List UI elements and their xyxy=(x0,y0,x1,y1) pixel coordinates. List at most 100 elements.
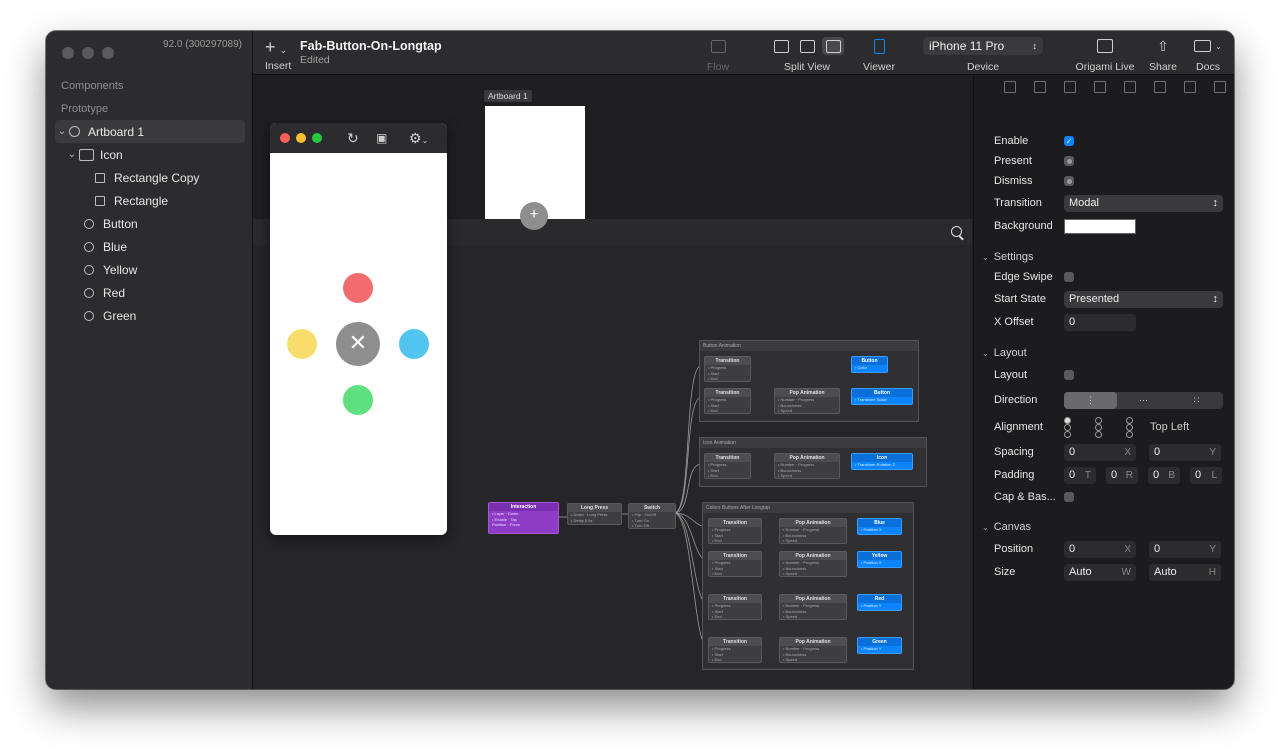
start-state-select[interactable]: Presented ↕ xyxy=(1064,290,1223,308)
gear-icon[interactable]: ⚙⌄ xyxy=(409,130,428,147)
patch-canvas[interactable]: Artboard 1 + Button Animation Icon Anima… xyxy=(253,75,972,689)
share-button[interactable]: ⇧ Share xyxy=(1143,35,1183,74)
transition-select[interactable]: Modal ↕ xyxy=(1064,194,1223,212)
align-dot-bottom-left[interactable] xyxy=(1064,431,1071,438)
yellow-position-patch[interactable]: Yellow • Position X xyxy=(857,551,902,568)
align-dot-middle-right[interactable] xyxy=(1126,424,1133,431)
green-position-patch[interactable]: Green • Position Y xyxy=(857,637,902,654)
align-right-icon[interactable] xyxy=(1064,81,1076,93)
patch-editor-button[interactable] xyxy=(822,37,844,55)
padding-bottom-input[interactable]: 0 B xyxy=(1148,466,1180,484)
layout-checkbox[interactable] xyxy=(1064,370,1074,380)
insert-plus-icon[interactable]: + ⌄ xyxy=(265,37,287,58)
distribute-horizontal-icon[interactable] xyxy=(1184,81,1196,93)
pop-animation-patch[interactable]: Pop Animation • Number · Progress • Bounc… xyxy=(774,453,840,479)
flow-button[interactable]: Flow xyxy=(698,35,738,73)
minimize-window-button[interactable] xyxy=(82,47,94,59)
size-height-input[interactable]: Auto H xyxy=(1149,563,1221,581)
pop-animation-patch[interactable]: Pop Animation • Number · Progress • Bounc… xyxy=(774,388,840,414)
red-position-patch[interactable]: Red • Position Y xyxy=(857,594,902,611)
docs-button[interactable]: ⌄ Docs xyxy=(1188,35,1228,73)
chevron-down-icon[interactable]: ⌄ xyxy=(55,126,69,137)
split-view-control[interactable]: Split View xyxy=(758,35,856,73)
components-section-label[interactable]: Components xyxy=(61,80,123,92)
close-window-button[interactable] xyxy=(62,47,74,59)
transition-patch[interactable]: Transition • Progress • Start • End xyxy=(708,637,762,663)
viewer-minimize-button[interactable] xyxy=(296,133,306,143)
pop-animation-patch[interactable]: Pop Animation • Number · Progress • Bounc… xyxy=(779,637,847,663)
direction-horizontal-icon[interactable]: ⋯ xyxy=(1117,392,1170,409)
pop-animation-patch[interactable]: Pop Animation • Number · Progress • Bounc… xyxy=(779,594,847,620)
prototype-section-label[interactable]: Prototype xyxy=(61,103,108,115)
padding-right-input[interactable]: 0 R xyxy=(1106,466,1138,484)
blue-position-patch[interactable]: Blue • Position X xyxy=(857,518,902,535)
align-center-icon[interactable] xyxy=(1034,81,1046,93)
align-dot-bottom-center[interactable] xyxy=(1095,431,1102,438)
canvas-only-button[interactable] xyxy=(770,37,792,55)
align-dot-top-left[interactable] xyxy=(1064,417,1071,424)
switch-patch[interactable]: Switch • Flip · On/Off • Turn On • Turn Of… xyxy=(628,503,676,529)
origami-live-button[interactable]: Origami Live xyxy=(1075,35,1135,73)
layer-yellow[interactable]: Yellow xyxy=(55,258,245,281)
canvas-section-header[interactable]: ⌄ Canvas xyxy=(982,521,1031,533)
transition-patch[interactable]: Transition • Progress • Start • End xyxy=(708,551,762,577)
split-view-button[interactable] xyxy=(796,37,818,55)
layer-rectangle-copy[interactable]: Rectangle Copy xyxy=(55,166,245,189)
layer-artboard-1[interactable]: ⌄ Artboard 1 xyxy=(55,120,245,143)
red-circle[interactable] xyxy=(343,273,373,303)
green-circle[interactable] xyxy=(343,385,373,415)
transition-patch[interactable]: Transition • Progress • Start • End xyxy=(708,594,762,620)
position-x-input[interactable]: 0 X xyxy=(1064,540,1136,558)
viewer-zoom-button[interactable] xyxy=(312,133,322,143)
pop-animation-patch[interactable]: Pop Animation • Number · Progress • Bounc… xyxy=(779,518,847,544)
transition-patch[interactable]: Transition • Progress • Start • End xyxy=(708,518,762,544)
icon-rotation-patch[interactable]: Icon • Transform Rotation Z xyxy=(851,453,913,470)
viewer-close-button[interactable] xyxy=(280,133,290,143)
align-middle-icon[interactable] xyxy=(1124,81,1136,93)
direction-grid-icon[interactable]: ∷ xyxy=(1170,392,1223,409)
align-dot-bottom-right[interactable] xyxy=(1126,431,1133,438)
blue-circle[interactable] xyxy=(399,329,429,359)
edge-swipe-checkbox[interactable] xyxy=(1064,272,1074,282)
align-dot-top-center[interactable] xyxy=(1095,417,1102,424)
distribute-vertical-icon[interactable] xyxy=(1214,81,1226,93)
align-dot-top-right[interactable] xyxy=(1126,417,1133,424)
record-icon[interactable]: ▣ xyxy=(376,131,387,145)
enable-checkbox[interactable]: ✓ xyxy=(1064,136,1074,146)
layer-button[interactable]: Button xyxy=(55,212,245,235)
button-color-patch[interactable]: Button • Color xyxy=(851,356,888,373)
zoom-window-button[interactable] xyxy=(102,47,114,59)
spacing-y-input[interactable]: 0 Y xyxy=(1149,443,1221,461)
align-dot-middle-left[interactable] xyxy=(1064,424,1071,431)
button-scale-patch[interactable]: Button • Transform Scale xyxy=(851,388,913,405)
align-dot-center[interactable] xyxy=(1095,424,1102,431)
layer-blue[interactable]: Blue xyxy=(55,235,245,258)
cap-baseline-checkbox[interactable] xyxy=(1064,492,1074,502)
spacing-x-input[interactable]: 0 X xyxy=(1064,443,1136,461)
padding-left-input[interactable]: 0 L xyxy=(1190,466,1222,484)
padding-top-input[interactable]: 0 T xyxy=(1064,466,1096,484)
prototype-viewer[interactable]: ↻ ▣ ⚙⌄ ✕ xyxy=(270,123,447,535)
device-select[interactable]: iPhone 11 Pro ↕ xyxy=(923,37,1043,55)
yellow-circle[interactable] xyxy=(287,329,317,359)
device-control[interactable]: iPhone 11 Pro ↕ Device xyxy=(918,35,1048,73)
alignment-grid[interactable] xyxy=(1064,417,1133,438)
align-top-icon[interactable] xyxy=(1094,81,1106,93)
long-press-patch[interactable]: Long Press • Down · Long Press • Delay 0.… xyxy=(567,503,622,525)
layer-icon-group[interactable]: ⌄ Icon xyxy=(55,143,245,166)
insert-label[interactable]: Insert xyxy=(265,60,291,72)
direction-vertical-icon[interactable]: ⋮ xyxy=(1064,391,1117,409)
align-bottom-icon[interactable] xyxy=(1154,81,1166,93)
transition-patch[interactable]: Transition • Progress • Start • End xyxy=(704,453,751,479)
chevron-down-icon[interactable]: ⌄ xyxy=(65,149,79,160)
pop-animation-patch[interactable]: Pop Animation • Number · Progress • Bounc… xyxy=(779,551,847,577)
interaction-patch[interactable]: Interaction • Layer · Down • Enable · Tap… xyxy=(488,502,559,534)
transition-patch[interactable]: Transition • Progress • Start • End xyxy=(704,388,751,414)
align-left-icon[interactable] xyxy=(1004,81,1016,93)
transition-patch[interactable]: Transition • Progress • Start • End xyxy=(704,356,751,382)
present-pulse-button[interactable] xyxy=(1064,156,1074,166)
dismiss-pulse-button[interactable] xyxy=(1064,176,1074,186)
settings-section-header[interactable]: ⌄ Settings xyxy=(982,251,1033,263)
layer-red[interactable]: Red xyxy=(55,281,245,304)
layout-section-header[interactable]: ⌄ Layout xyxy=(982,347,1027,359)
